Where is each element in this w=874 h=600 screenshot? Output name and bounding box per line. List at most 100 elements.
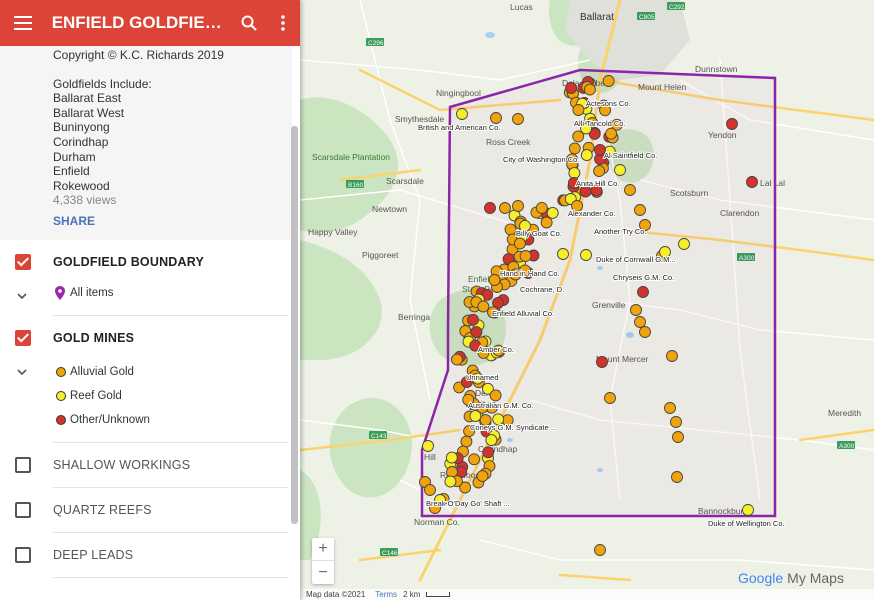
mine-marker[interactable]	[583, 83, 596, 96]
road-label: A300	[839, 443, 855, 450]
mine-marker[interactable]	[671, 471, 683, 483]
mine-marker[interactable]	[746, 176, 758, 188]
mine-marker[interactable]	[535, 201, 548, 214]
share-button[interactable]: SHARE	[53, 214, 95, 229]
mine-marker[interactable]	[476, 470, 489, 483]
mine-label: Duke of Wellington Co.	[708, 519, 785, 528]
mine-marker[interactable]	[513, 237, 526, 250]
mine-marker[interactable]	[485, 434, 498, 447]
mine-label: Chryseis G.M. Co.	[613, 273, 674, 282]
mine-marker[interactable]	[678, 238, 690, 250]
legend-row: All items	[0, 284, 292, 302]
mine-marker[interactable]	[604, 392, 616, 404]
layer-shallow-workings[interactable]: SHALLOW WORKINGS	[0, 443, 292, 487]
mine-marker[interactable]	[593, 165, 606, 178]
mine-marker[interactable]	[444, 475, 457, 488]
layer-deep-leads[interactable]: DEEP LEADS	[0, 533, 292, 577]
mine-marker[interactable]	[460, 435, 473, 448]
mine-marker[interactable]	[666, 350, 678, 362]
mine-label: Actesons Co.	[586, 99, 631, 108]
mine-marker[interactable]	[504, 223, 517, 236]
mine-marker[interactable]	[565, 82, 578, 94]
mine-label: Enfield Alluvial Co.	[492, 309, 554, 318]
mine-marker[interactable]	[726, 118, 738, 130]
mine-marker[interactable]	[664, 402, 676, 414]
mine-marker[interactable]	[512, 200, 524, 212]
hamburger-menu-icon[interactable]	[0, 0, 46, 46]
zoom-in-button[interactable]: +	[312, 538, 334, 561]
mine-marker[interactable]	[477, 300, 490, 313]
mine-marker[interactable]	[634, 204, 646, 216]
map-canvas[interactable]: Ballarat Lucas Dunnstown Smythesdale Ros…	[300, 0, 874, 600]
mine-marker[interactable]	[467, 313, 479, 326]
mine-marker[interactable]	[519, 250, 532, 262]
mine-marker[interactable]	[422, 440, 434, 452]
town-label: Norman Co.	[414, 517, 460, 527]
mine-marker[interactable]	[456, 108, 468, 120]
mine-marker[interactable]	[637, 286, 649, 298]
mine-label: Break O'Day Go' Shaft ...	[426, 499, 510, 508]
map-pin-icon	[55, 286, 65, 300]
chevron-down-icon[interactable]	[16, 366, 28, 378]
mine-marker[interactable]	[568, 167, 581, 180]
mine-marker[interactable]	[490, 112, 502, 124]
mine-marker[interactable]	[624, 184, 636, 196]
mine-marker[interactable]	[614, 164, 626, 176]
chevron-down-icon[interactable]	[16, 290, 28, 302]
mine-marker[interactable]	[469, 410, 482, 423]
layers-panel[interactable]: Copyright © K.C. Richards 2019 Goldfield…	[0, 46, 292, 600]
mine-marker[interactable]	[580, 149, 593, 162]
mine-marker[interactable]	[672, 431, 684, 443]
mine-marker[interactable]	[488, 274, 501, 286]
mine-marker[interactable]	[634, 316, 646, 328]
layer-checkbox[interactable]	[15, 502, 31, 518]
mine-marker[interactable]	[670, 416, 682, 428]
app-header: ENFIELD GOLDFIELD DI...	[0, 0, 300, 46]
zoom-out-button[interactable]: −	[312, 561, 334, 584]
layer-gold-mines[interactable]: GOLD MINES	[0, 316, 292, 360]
reef-gold-dot-icon	[56, 391, 66, 401]
mine-marker[interactable]	[594, 544, 606, 556]
mine-marker[interactable]	[468, 453, 481, 466]
mine-marker[interactable]	[568, 142, 581, 155]
layer-checkbox[interactable]	[15, 457, 31, 473]
terms-link[interactable]: Terms	[375, 590, 397, 599]
mine-marker[interactable]	[512, 113, 524, 125]
mine-marker[interactable]	[482, 446, 495, 459]
mine-marker[interactable]	[445, 451, 458, 464]
layer-goldfield-boundary[interactable]: GOLDFIELD BOUNDARY	[0, 240, 292, 284]
mine-marker[interactable]	[470, 326, 483, 339]
road-label: C146	[382, 550, 398, 557]
layer-checkbox[interactable]	[15, 547, 31, 563]
mine-marker[interactable]	[540, 216, 553, 229]
map-data-credit: Map data ©2021	[306, 590, 366, 599]
layer-checkbox[interactable]	[15, 330, 31, 346]
mine-marker[interactable]	[596, 356, 608, 368]
mine-marker[interactable]	[605, 127, 618, 140]
search-icon[interactable]	[232, 0, 266, 46]
mine-marker[interactable]	[484, 202, 496, 214]
mine-marker[interactable]	[630, 304, 642, 316]
mine-marker[interactable]	[451, 353, 463, 366]
more-vert-icon[interactable]	[266, 0, 300, 46]
layer-quartz-reefs[interactable]: QUARTZ REEFS	[0, 488, 292, 532]
mine-marker[interactable]	[602, 75, 615, 87]
map-description: Copyright © K.C. Richards 2019 Goldfield…	[0, 46, 292, 240]
mine-marker[interactable]	[557, 248, 569, 260]
mine-marker[interactable]	[424, 484, 436, 496]
mine-label: City of Washington Co.	[503, 155, 579, 164]
park-label: Scarsdale Plantation	[312, 152, 390, 162]
mine-marker[interactable]	[546, 206, 559, 219]
mine-marker[interactable]	[499, 202, 511, 214]
mine-marker[interactable]	[572, 104, 585, 116]
mine-marker[interactable]	[489, 389, 502, 402]
mine-marker[interactable]	[639, 326, 651, 338]
sidebar-scrollbar[interactable]	[291, 126, 298, 524]
mine-marker[interactable]	[580, 249, 592, 261]
map-base: Ballarat Lucas Dunnstown Smythesdale Ros…	[300, 0, 874, 582]
town-label: Meredith	[828, 408, 861, 418]
mine-marker[interactable]	[742, 504, 754, 516]
sidebar: ENFIELD GOLDFIELD DI... Copyright © K.C.…	[0, 0, 300, 600]
layer-checkbox[interactable]	[15, 254, 31, 270]
legend-label: Other/Unknown	[70, 414, 150, 426]
